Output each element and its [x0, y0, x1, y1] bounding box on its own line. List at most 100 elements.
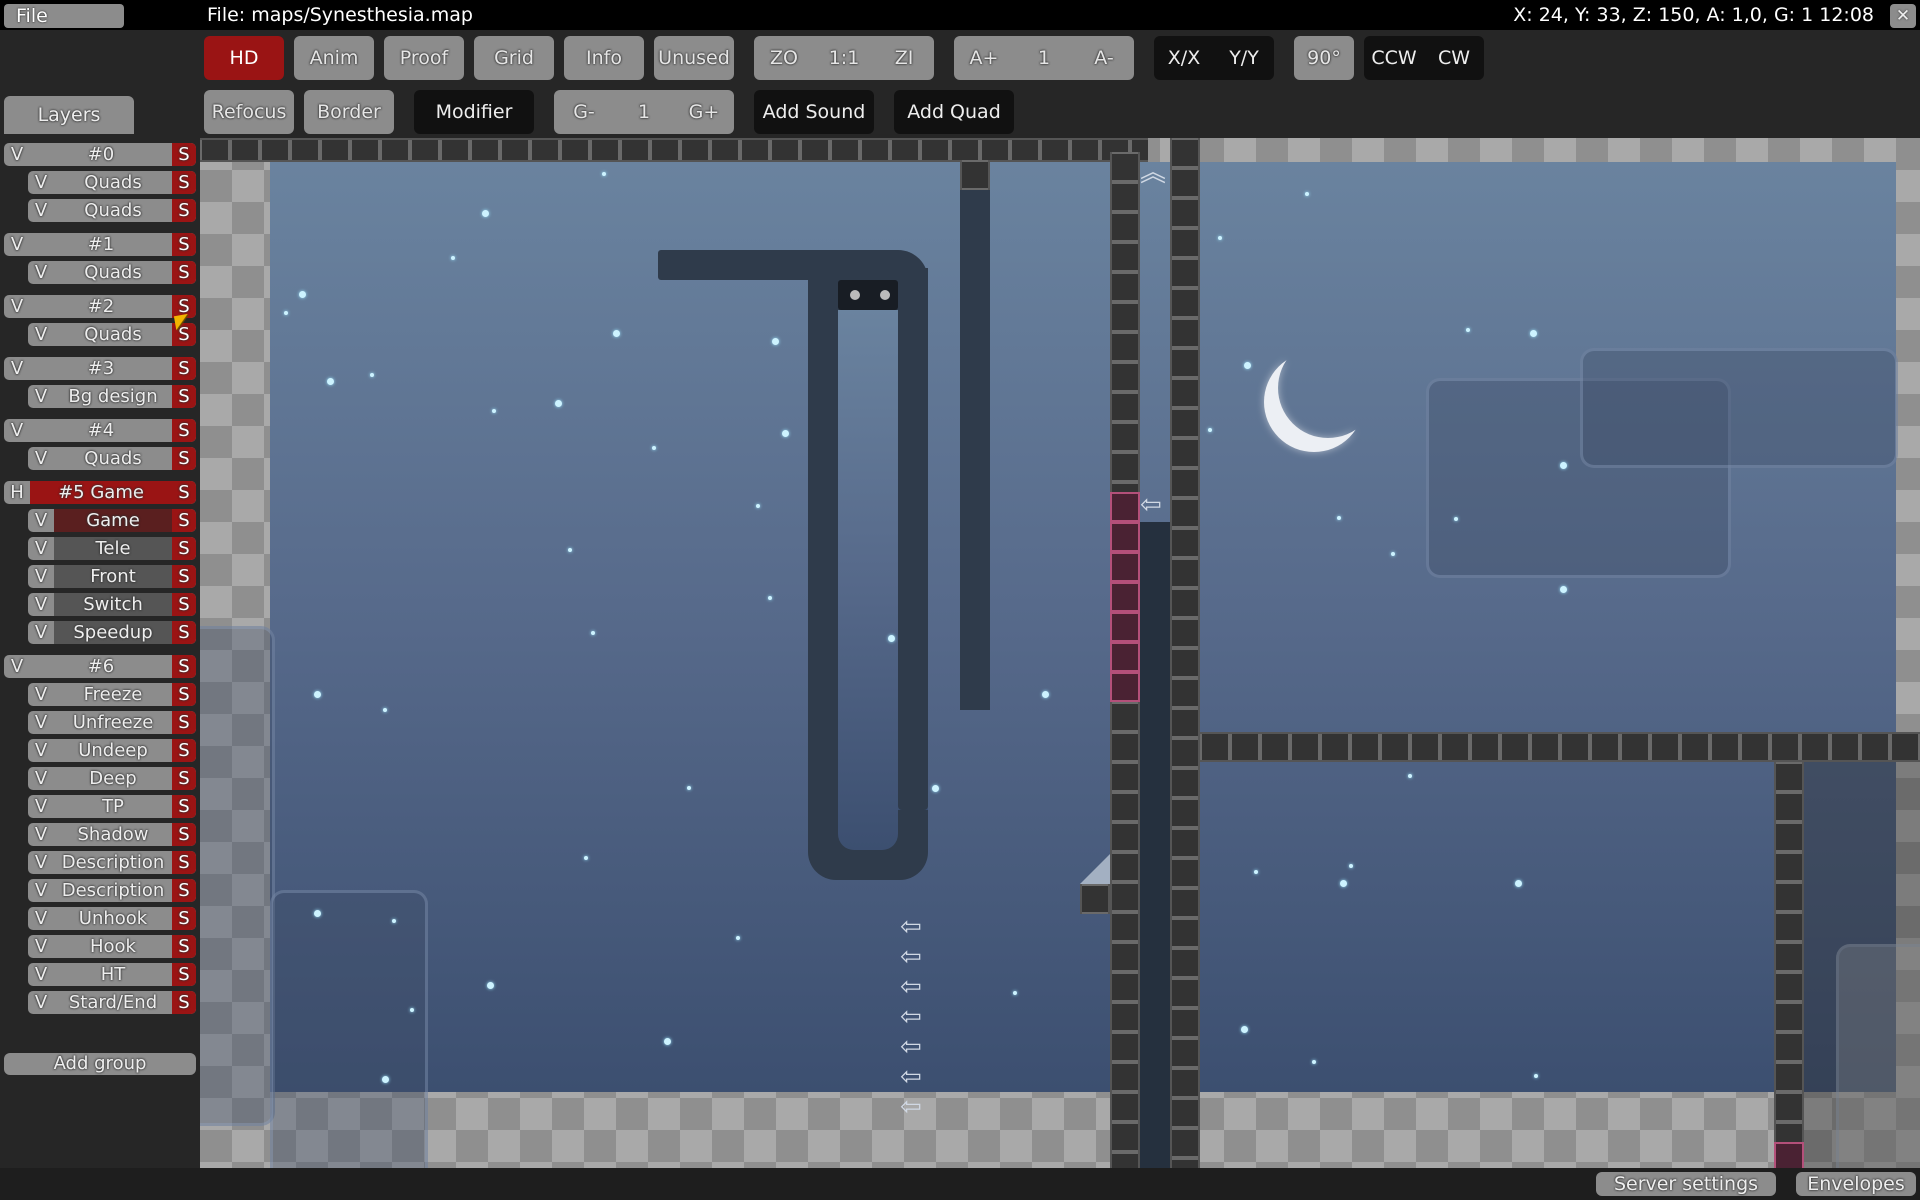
- solo-toggle[interactable]: S: [172, 851, 196, 874]
- solo-toggle[interactable]: S: [172, 907, 196, 930]
- layer-row[interactable]: V Quads S: [28, 199, 196, 222]
- layer-name[interactable]: Freeze: [54, 683, 172, 706]
- layers-tab[interactable]: Layers: [4, 96, 134, 134]
- layer-name[interactable]: Deep: [54, 767, 172, 790]
- anim-speed-down-button[interactable]: A-: [1074, 36, 1134, 80]
- border-button[interactable]: Border: [304, 90, 394, 134]
- solo-toggle[interactable]: S: [172, 739, 196, 762]
- layer-row[interactable]: V Quads S: [28, 323, 196, 346]
- layer-group-row[interactable]: V #2 S: [4, 295, 196, 318]
- visibility-toggle[interactable]: V: [28, 593, 54, 616]
- visibility-toggle[interactable]: V: [28, 907, 54, 930]
- solo-toggle[interactable]: S: [172, 711, 196, 734]
- layer-name[interactable]: Undeep: [54, 739, 172, 762]
- visibility-toggle[interactable]: V: [4, 233, 30, 256]
- layer-name[interactable]: Shadow: [54, 823, 172, 846]
- layer-name[interactable]: Game: [54, 509, 172, 532]
- visibility-toggle[interactable]: V: [4, 357, 30, 380]
- layer-row[interactable]: V Undeep S: [28, 739, 196, 762]
- group-name[interactable]: #2: [30, 295, 172, 318]
- layer-row[interactable]: V Quads S: [28, 171, 196, 194]
- visibility-toggle[interactable]: V: [28, 447, 54, 470]
- layer-row[interactable]: V Unfreeze S: [28, 711, 196, 734]
- solo-toggle[interactable]: S: [172, 879, 196, 902]
- visibility-toggle[interactable]: V: [28, 711, 54, 734]
- layer-name[interactable]: Switch: [54, 593, 172, 616]
- layer-row[interactable]: V Quads S: [28, 447, 196, 470]
- solo-toggle[interactable]: S: [172, 683, 196, 706]
- group-name[interactable]: #6: [30, 655, 172, 678]
- layer-row[interactable]: V Front S: [28, 565, 196, 588]
- visibility-toggle[interactable]: V: [28, 199, 54, 222]
- layer-row[interactable]: V Deep S: [28, 767, 196, 790]
- solo-toggle[interactable]: S: [172, 655, 196, 678]
- zoom-in-button[interactable]: ZI: [874, 36, 934, 80]
- solo-toggle[interactable]: S: [172, 233, 196, 256]
- solo-toggle[interactable]: S: [172, 565, 196, 588]
- add-group-button[interactable]: Add group: [4, 1053, 196, 1075]
- visibility-toggle[interactable]: V: [4, 419, 30, 442]
- grid-down-button[interactable]: G-: [554, 90, 614, 134]
- unused-button[interactable]: Unused: [654, 36, 734, 80]
- zoom-reset-button[interactable]: 1:1: [814, 36, 874, 80]
- visibility-toggle[interactable]: V: [28, 739, 54, 762]
- group-name[interactable]: #5 Game: [30, 481, 172, 504]
- layer-name[interactable]: TP: [54, 795, 172, 818]
- hd-button[interactable]: HD: [204, 36, 284, 80]
- file-menu-button[interactable]: File: [4, 4, 124, 28]
- visibility-toggle[interactable]: V: [28, 171, 54, 194]
- layer-name[interactable]: Tele: [54, 537, 172, 560]
- solo-toggle[interactable]: S: [172, 357, 196, 380]
- solo-toggle[interactable]: S: [172, 481, 196, 504]
- info-button[interactable]: Info: [564, 36, 644, 80]
- layer-group-row[interactable]: V #6 S: [4, 655, 196, 678]
- layer-group-row[interactable]: V #3 S: [4, 357, 196, 380]
- close-icon[interactable]: ✕: [1890, 4, 1916, 28]
- solo-toggle[interactable]: S: [172, 509, 196, 532]
- visibility-toggle[interactable]: V: [28, 261, 54, 284]
- proof-button[interactable]: Proof: [384, 36, 464, 80]
- solo-toggle[interactable]: S: [172, 621, 196, 644]
- visibility-toggle[interactable]: V: [28, 935, 54, 958]
- server-settings-button[interactable]: Server settings: [1596, 1172, 1776, 1196]
- visibility-toggle[interactable]: V: [28, 683, 54, 706]
- solo-toggle[interactable]: S: [172, 199, 196, 222]
- solo-toggle[interactable]: S: [172, 537, 196, 560]
- zoom-out-button[interactable]: ZO: [754, 36, 814, 80]
- layer-name[interactable]: Description: [54, 851, 172, 874]
- layer-name[interactable]: Quads: [54, 171, 172, 194]
- solo-toggle[interactable]: S: [172, 963, 196, 986]
- visibility-toggle[interactable]: V: [28, 621, 54, 644]
- grid-up-button[interactable]: G+: [674, 90, 734, 134]
- layer-name[interactable]: Unhook: [54, 907, 172, 930]
- visibility-toggle[interactable]: V: [4, 143, 30, 166]
- visibility-toggle[interactable]: V: [4, 655, 30, 678]
- solo-toggle[interactable]: S: [172, 261, 196, 284]
- layer-row[interactable]: V TP S: [28, 795, 196, 818]
- map-viewport[interactable]: ︽ ⇦ ⇦ ⇦ ⇦ ⇦ ⇦ ⇦ ⇦: [200, 138, 1920, 1168]
- layer-name[interactable]: Description: [54, 879, 172, 902]
- anim-speed-value[interactable]: 1: [1014, 36, 1074, 80]
- visibility-toggle[interactable]: V: [28, 767, 54, 790]
- layer-row[interactable]: V Description S: [28, 879, 196, 902]
- envelopes-button[interactable]: Envelopes: [1796, 1172, 1916, 1196]
- layer-name[interactable]: Stard/End: [54, 991, 172, 1014]
- layer-group-row[interactable]: V #0 S: [4, 143, 196, 166]
- solo-toggle[interactable]: S: [172, 447, 196, 470]
- visibility-toggle[interactable]: V: [4, 295, 30, 318]
- layer-name[interactable]: HT: [54, 963, 172, 986]
- solo-toggle[interactable]: S: [172, 823, 196, 846]
- layer-group-row[interactable]: V #4 S: [4, 419, 196, 442]
- visibility-toggle[interactable]: V: [28, 963, 54, 986]
- modifier-button[interactable]: Modifier: [414, 90, 534, 134]
- layer-name[interactable]: Unfreeze: [54, 711, 172, 734]
- visibility-toggle[interactable]: V: [28, 823, 54, 846]
- layer-row[interactable]: V Bg design S: [28, 385, 196, 408]
- add-sound-button[interactable]: Add Sound: [754, 90, 874, 134]
- group-name[interactable]: #3: [30, 357, 172, 380]
- layer-name[interactable]: Front: [54, 565, 172, 588]
- layer-group-row[interactable]: V #1 S: [4, 233, 196, 256]
- visibility-toggle[interactable]: V: [28, 323, 54, 346]
- flip-y-button[interactable]: Y/Y: [1214, 36, 1274, 80]
- layer-row[interactable]: V Unhook S: [28, 907, 196, 930]
